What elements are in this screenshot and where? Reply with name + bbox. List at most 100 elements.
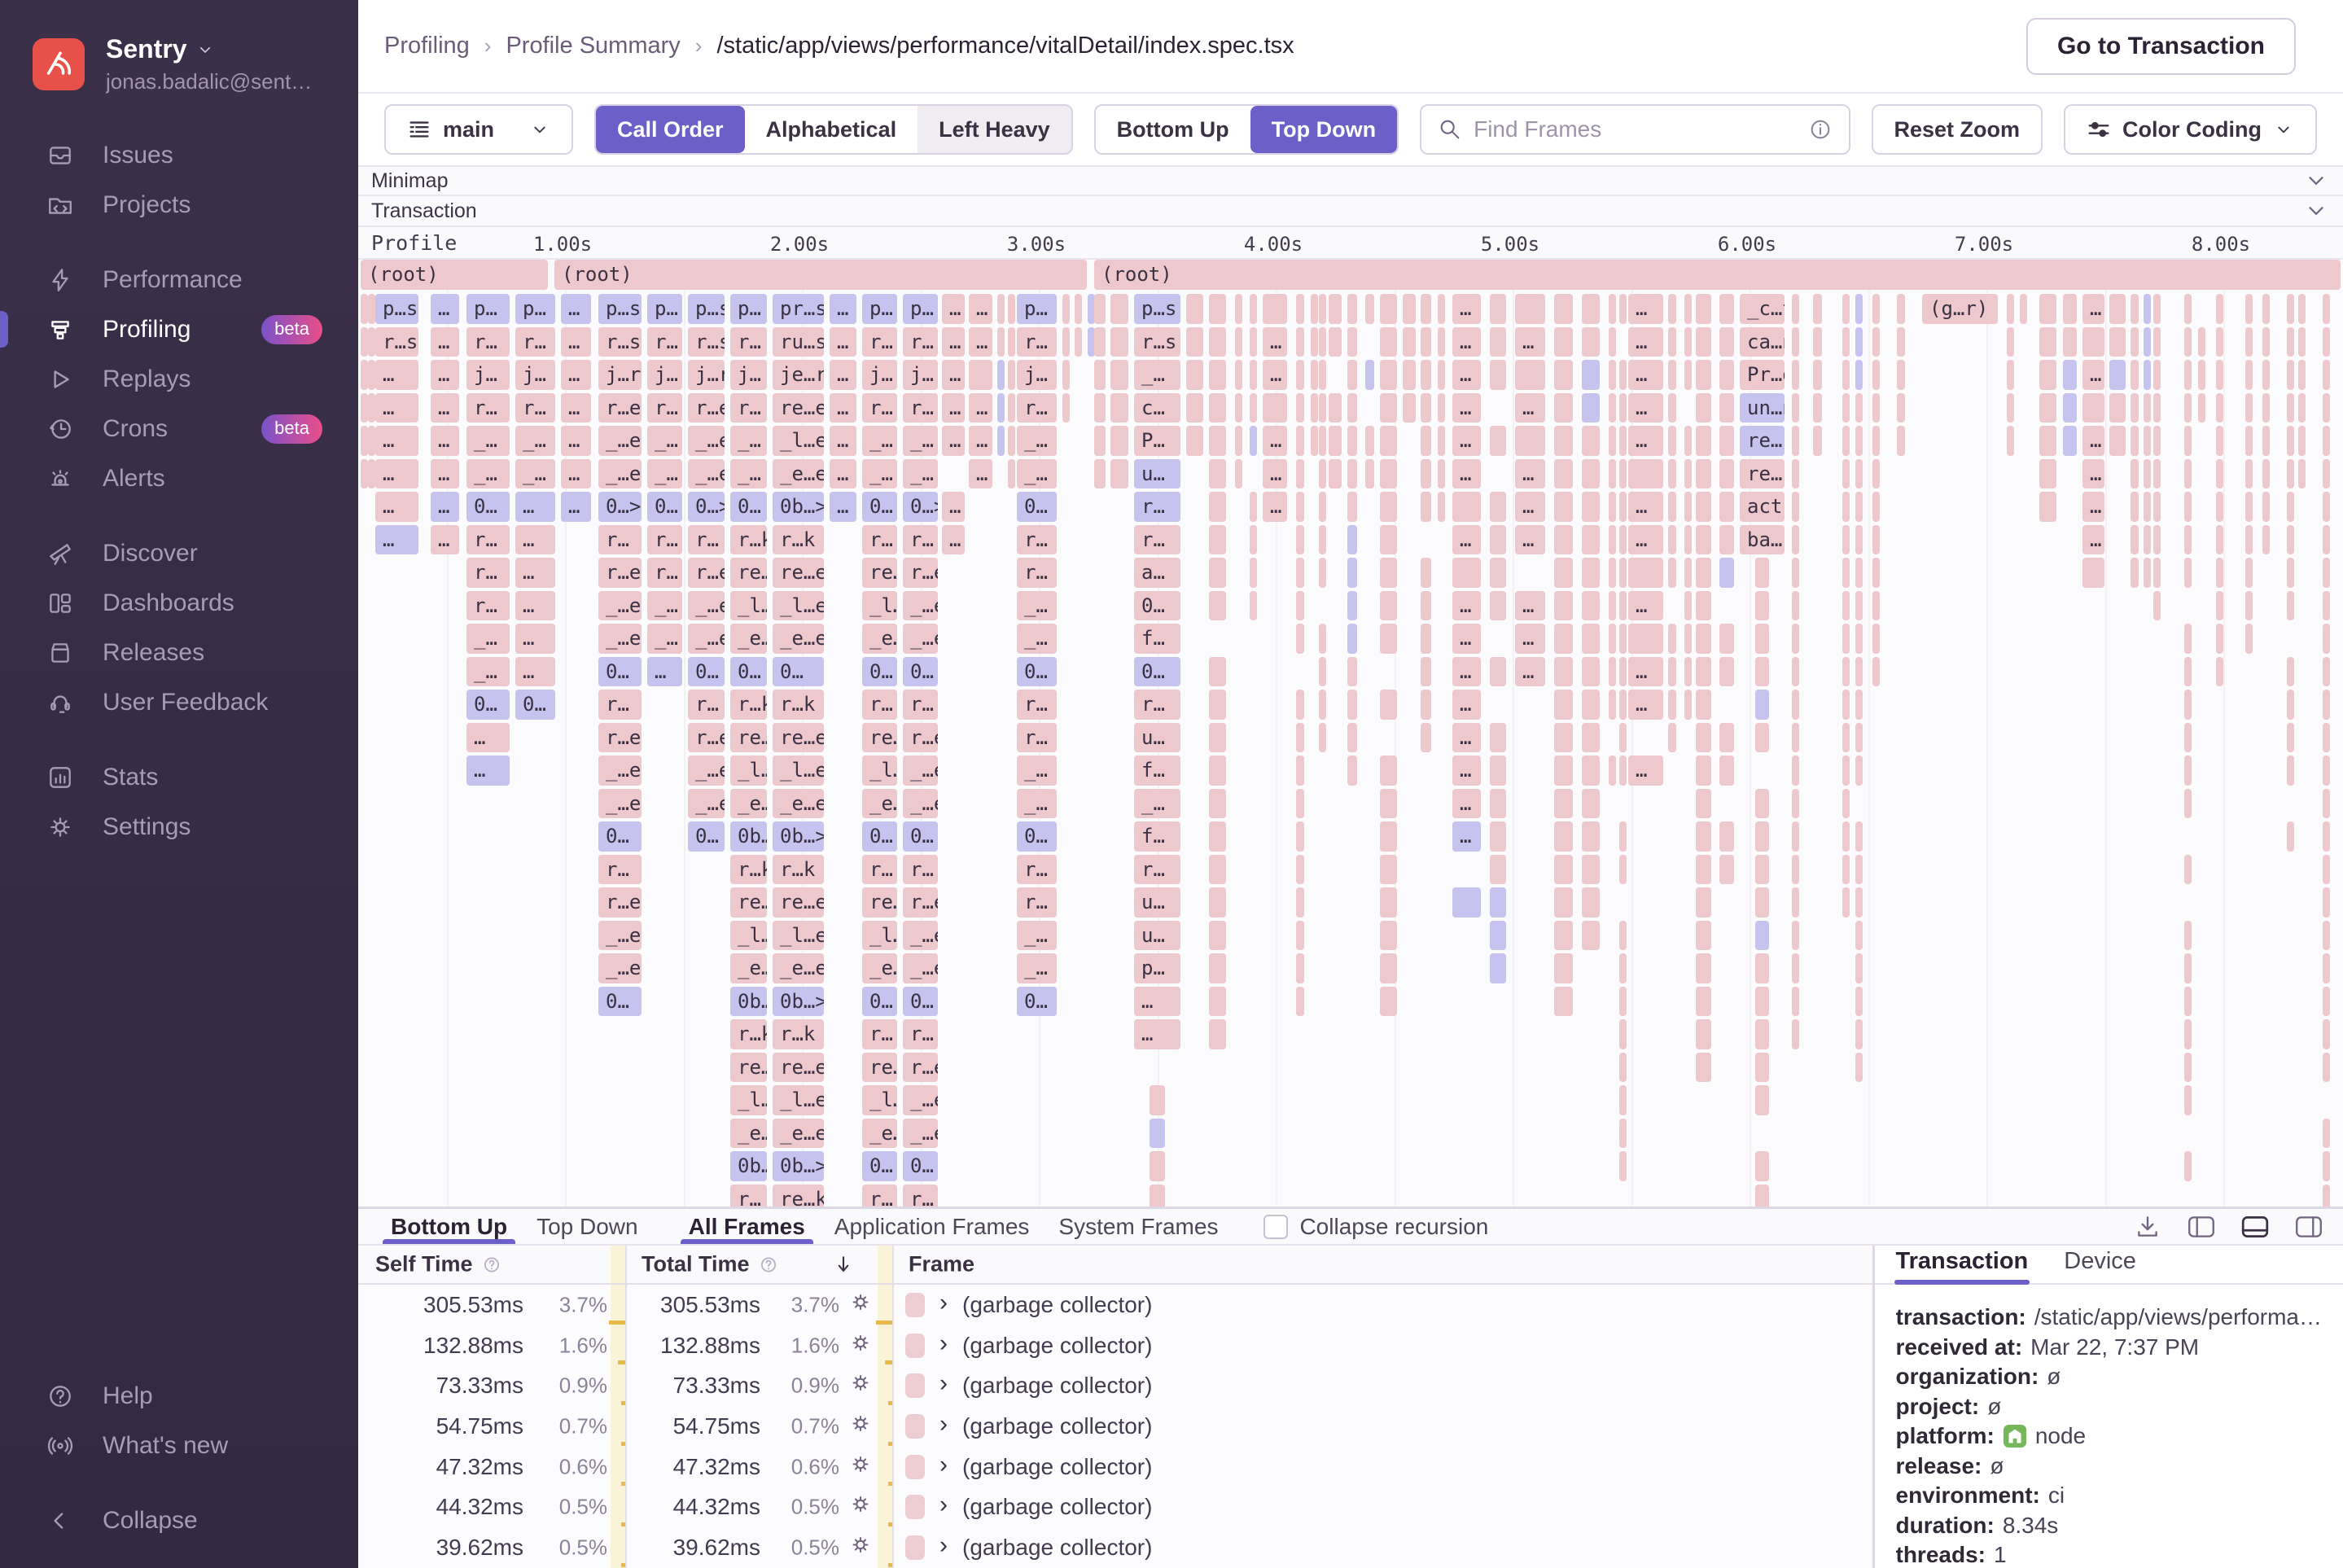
- flame-frame[interactable]: [1319, 558, 1326, 588]
- flame-frame[interactable]: …: [515, 558, 555, 588]
- flame-frame[interactable]: [1062, 392, 1070, 423]
- flame-frame[interactable]: [1609, 656, 1616, 686]
- flame-frame[interactable]: [1554, 854, 1573, 884]
- flame-frame[interactable]: _l…e: [730, 590, 767, 620]
- flame-frame[interactable]: [2323, 953, 2330, 983]
- flame-frame[interactable]: [2184, 1052, 2192, 1082]
- flame-frame[interactable]: [1619, 624, 1627, 654]
- flame-frame[interactable]: [1209, 920, 1226, 950]
- flame-frame[interactable]: [1842, 656, 1850, 686]
- flame-frame[interactable]: [1062, 360, 1070, 390]
- flame-frame[interactable]: [1872, 656, 1880, 686]
- flame-frame[interactable]: [2144, 392, 2151, 423]
- flame-frame[interactable]: _…e: [598, 426, 642, 456]
- flame-frame[interactable]: [1755, 690, 1769, 720]
- flame-frame[interactable]: …: [2082, 360, 2104, 390]
- flame-frame[interactable]: …: [2082, 458, 2104, 488]
- chevron-down-icon[interactable]: [2304, 199, 2328, 223]
- flame-frame[interactable]: [1380, 360, 1397, 390]
- flame-frame[interactable]: [1872, 294, 1880, 324]
- flame-frame[interactable]: [1554, 821, 1573, 852]
- flame-frame[interactable]: [1582, 360, 1600, 390]
- flame-frame[interactable]: [2323, 756, 2330, 786]
- flame-frame[interactable]: [2039, 426, 2056, 456]
- table-row[interactable]: 305.53ms 3.7% 305.53ms 3.7% › (garbage collec…: [358, 1285, 1872, 1325]
- flame-frame[interactable]: 0…: [903, 986, 938, 1016]
- flame-frame[interactable]: [2082, 326, 2104, 357]
- gear-icon[interactable]: [848, 1330, 873, 1360]
- flame-frame[interactable]: [1421, 326, 1431, 357]
- flame-frame[interactable]: (root): [361, 260, 548, 290]
- flame-frame[interactable]: [1619, 558, 1627, 588]
- flame-frame[interactable]: [2131, 558, 2139, 588]
- flame-frame[interactable]: [1813, 360, 1822, 390]
- flame-frame[interactable]: [1347, 756, 1357, 786]
- flame-frame[interactable]: _…e: [598, 458, 642, 488]
- flame-frame[interactable]: r…: [688, 690, 725, 720]
- flame-frame[interactable]: [2287, 656, 2294, 686]
- flame-frame[interactable]: r…: [515, 326, 555, 357]
- flame-frame[interactable]: r…: [862, 392, 897, 423]
- flame-frame[interactable]: r…: [903, 524, 938, 554]
- flame-frame[interactable]: [1628, 624, 1663, 654]
- flame-frame[interactable]: [2144, 458, 2151, 488]
- flame-frame[interactable]: _…: [1017, 953, 1057, 983]
- flame-frame[interactable]: [1842, 854, 1850, 884]
- flame-frame[interactable]: [2153, 590, 2161, 620]
- flame-frame[interactable]: [2262, 426, 2270, 456]
- flame-frame[interactable]: [1609, 524, 1616, 554]
- flame-frame[interactable]: [1296, 690, 1304, 720]
- flame-frame[interactable]: [2323, 360, 2330, 390]
- flame-frame[interactable]: [1842, 887, 1850, 918]
- flame-frame[interactable]: r…: [466, 558, 510, 588]
- flame-frame[interactable]: [1319, 492, 1326, 522]
- flame-frame[interactable]: [1329, 392, 1342, 423]
- flame-frame[interactable]: [1421, 558, 1431, 588]
- flame-frame[interactable]: r…: [1134, 524, 1180, 554]
- flame-frame[interactable]: [2184, 492, 2192, 522]
- flame-frame[interactable]: [2131, 524, 2139, 554]
- flame-frame[interactable]: [1186, 326, 1203, 357]
- expand-chevron-icon[interactable]: ›: [939, 1329, 948, 1357]
- flame-frame[interactable]: _…e: [688, 624, 725, 654]
- table-row[interactable]: 132.88ms 1.6% 132.88ms 1.6% › (garbage collec…: [358, 1325, 1872, 1366]
- flame-frame[interactable]: [2323, 986, 2330, 1016]
- flame-frame[interactable]: [1582, 426, 1600, 456]
- flame-frame[interactable]: [1094, 294, 1106, 324]
- flame-frame[interactable]: [1792, 294, 1799, 324]
- flame-frame[interactable]: _e…: [862, 953, 897, 983]
- flame-frame[interactable]: [1490, 953, 1506, 983]
- flame-frame[interactable]: _…: [647, 624, 682, 654]
- flame-frame[interactable]: _…e: [688, 458, 725, 488]
- flame-frame[interactable]: [1347, 524, 1357, 554]
- flame-frame[interactable]: r…: [862, 1184, 897, 1207]
- flame-frame[interactable]: r…: [1017, 326, 1057, 357]
- flame-frame[interactable]: [1897, 360, 1905, 390]
- flame-frame[interactable]: 0…: [1017, 821, 1057, 852]
- flame-frame[interactable]: [1209, 953, 1226, 983]
- flame-frame[interactable]: r…e: [688, 392, 725, 423]
- flame-frame[interactable]: [1668, 722, 1676, 752]
- flame-frame[interactable]: [1329, 294, 1342, 324]
- flame-frame[interactable]: [2184, 624, 2192, 654]
- flame-frame[interactable]: [1897, 392, 1905, 423]
- flame-frame[interactable]: …: [969, 392, 992, 423]
- flame-frame[interactable]: [1668, 690, 1676, 720]
- flame-frame[interactable]: [2144, 524, 2151, 554]
- flame-frame[interactable]: j…r: [598, 360, 642, 390]
- flame-frame[interactable]: …: [561, 392, 591, 423]
- flame-frame[interactable]: [1855, 558, 1863, 588]
- flame-frame[interactable]: …: [1628, 426, 1663, 456]
- flame-frame[interactable]: [1619, 821, 1627, 852]
- flame-frame[interactable]: _…e: [688, 590, 725, 620]
- flame-frame[interactable]: [1062, 294, 1070, 324]
- flame-frame[interactable]: r…e: [598, 392, 642, 423]
- flame-frame[interactable]: [1696, 1019, 1711, 1049]
- flame-frame[interactable]: [1554, 756, 1573, 786]
- flame-frame[interactable]: _e…: [862, 1118, 897, 1148]
- flame-frame[interactable]: [2184, 690, 2192, 720]
- flame-frame[interactable]: …: [1452, 690, 1481, 720]
- flame-frame[interactable]: _e…e: [773, 788, 824, 818]
- flame-frame[interactable]: [1755, 1085, 1769, 1115]
- flame-frame[interactable]: _…: [1017, 756, 1057, 786]
